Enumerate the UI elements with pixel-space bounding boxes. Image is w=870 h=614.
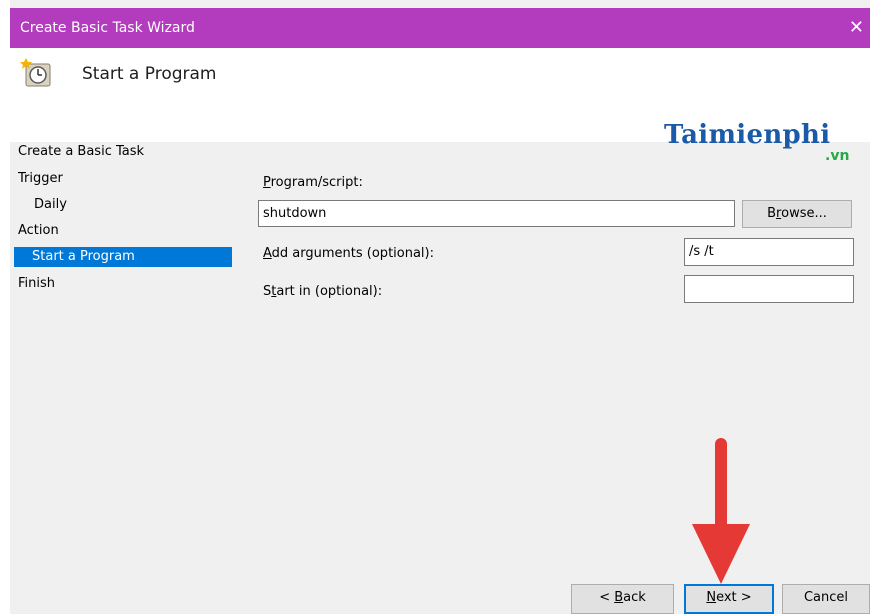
add-arguments-label: Add arguments (optional): (263, 246, 434, 261)
page-title: Start a Program (82, 64, 217, 84)
cancel-button[interactable]: Cancel (782, 584, 870, 614)
program-script-label: Program/script: (263, 175, 363, 190)
step-daily[interactable]: Daily (34, 197, 67, 212)
next-button[interactable]: Next > (684, 584, 774, 614)
step-start-a-program[interactable]: Start a Program (14, 247, 232, 267)
browse-button[interactable]: Browse... (742, 200, 852, 228)
window-title: Create Basic Task Wizard (20, 20, 195, 36)
logo-suffix: .vn (825, 148, 850, 164)
step-trigger[interactable]: Trigger (18, 171, 63, 186)
start-in-input[interactable] (684, 275, 854, 303)
red-arrow-annotation (692, 438, 750, 584)
step-create-basic-task[interactable]: Create a Basic Task (18, 144, 144, 159)
back-button[interactable]: < Back (571, 584, 674, 614)
program-script-input[interactable]: shutdown (258, 200, 735, 227)
close-icon[interactable]: ✕ (849, 17, 864, 38)
wizard-window: Create Basic Task Wizard ✕ Start a Progr… (0, 0, 870, 614)
task-clock-icon (20, 58, 51, 87)
watermark-logo: Taimienphi .vn (664, 120, 849, 164)
window-border (0, 0, 10, 614)
logo-text: Taimienphi (664, 120, 831, 150)
start-in-label: Start in (optional): (263, 284, 383, 299)
step-action[interactable]: Action (18, 223, 59, 238)
add-arguments-input[interactable]: /s /t (684, 238, 854, 266)
step-start-a-program-label: Start a Program (32, 249, 135, 264)
title-bar[interactable]: Create Basic Task Wizard ✕ (10, 8, 870, 48)
step-finish[interactable]: Finish (18, 276, 55, 291)
